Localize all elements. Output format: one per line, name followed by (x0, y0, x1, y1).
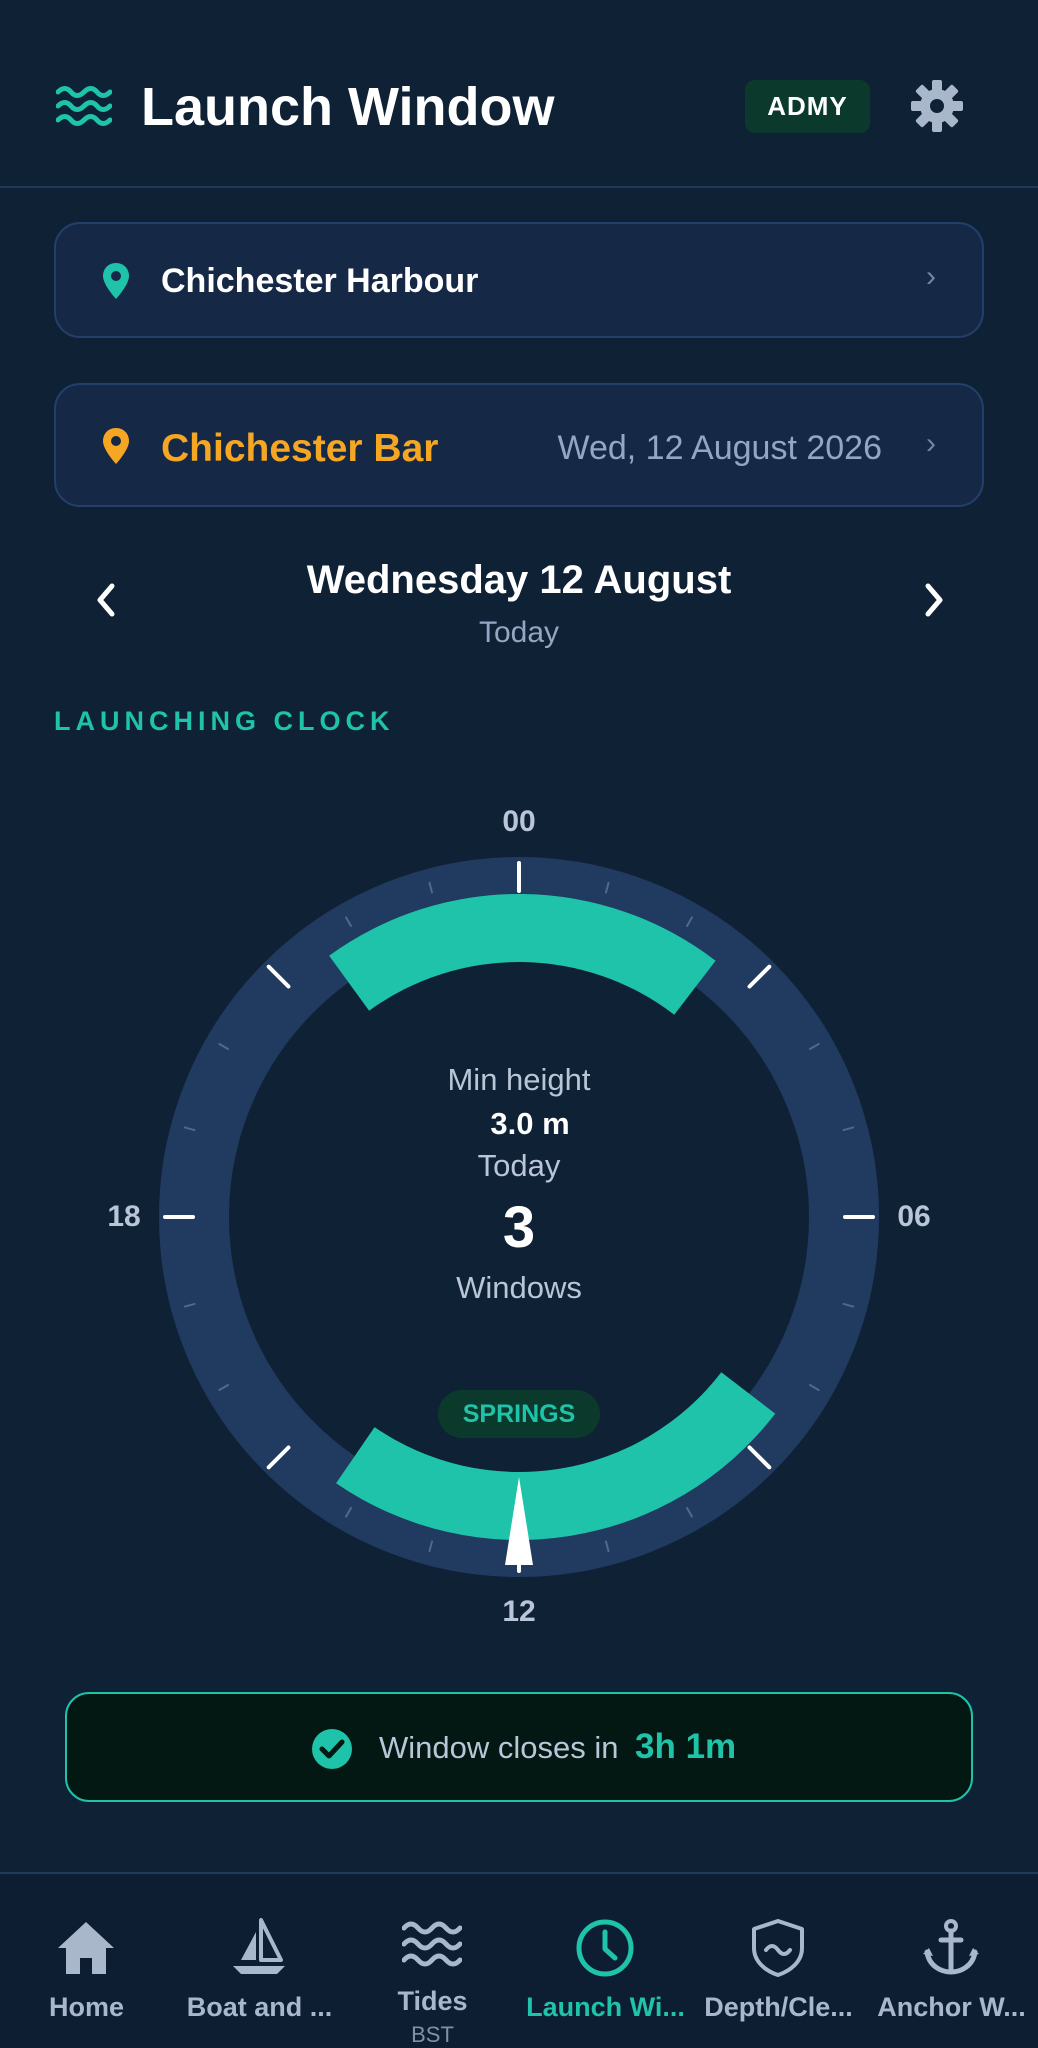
location-name: Chichester Harbour (161, 262, 479, 300)
gear-icon[interactable] (909, 78, 965, 134)
station-date: Wed, 12 August 2026 (557, 429, 882, 467)
station-selector[interactable]: Chichester Bar Wed, 12 August 2026 › (54, 383, 984, 507)
station-name: Chichester Bar (161, 427, 439, 470)
anchor-icon (923, 1919, 979, 1975)
nav-boat-label: Boat and ... (186, 1992, 333, 2022)
nav-launch-window-label: Launch Wi... (526, 1992, 685, 2022)
chevron-right-icon: › (926, 260, 936, 293)
nav-tides-sub: BST (411, 2022, 454, 2047)
nav-home[interactable]: Home (0, 1874, 173, 2048)
window-status-banner: Window closes in 3h 1m (65, 1692, 973, 1802)
bottom-nav: Home Boat and ... Tides BST Launch Wi...… (0, 1872, 1038, 2048)
selected-day-sub: Today (478, 616, 560, 649)
page-title: Launch Window (141, 77, 555, 137)
min-height-value: 3.0 m (490, 1106, 570, 1141)
sailboat-icon (233, 1918, 285, 1974)
map-pin-icon (103, 263, 129, 299)
check-circle-icon (312, 1729, 352, 1769)
nav-anchor-label: Anchor W... (877, 1992, 1026, 2022)
hour-label-00: 00 (502, 805, 536, 838)
waves-icon (402, 1921, 462, 1967)
min-height-label: Min height (447, 1062, 591, 1097)
chevron-right-icon: › (926, 427, 936, 460)
hour-label-12: 12 (502, 1595, 536, 1628)
nav-launch-window[interactable]: Launch Wi... (519, 1874, 692, 2048)
clock-icon (576, 1919, 634, 1977)
nav-tides[interactable]: Tides BST (346, 1874, 519, 2048)
section-title: LAUNCHING CLOCK (54, 706, 395, 736)
waves-logo-icon (56, 86, 112, 126)
next-day-button[interactable] (916, 578, 952, 622)
location-selector[interactable]: Chichester Harbour › (54, 222, 984, 338)
windows-label: Windows (456, 1270, 582, 1305)
nav-anchor[interactable]: Anchor W... (865, 1874, 1038, 2048)
tide-type-badge: SPRINGS (438, 1390, 600, 1438)
nav-depth-label: Depth/Cle... (704, 1992, 853, 2022)
app-header: Launch Window ADMY (0, 0, 1038, 188)
shield-wave-icon (752, 1919, 804, 1977)
today-label: Today (477, 1148, 561, 1183)
nav-home-label: Home (48, 1992, 124, 2022)
launching-clock: 00 06 12 18 Min height 3.0 m Today 3 Win… (0, 780, 1038, 1660)
window-status-time: 3h 1m (635, 1727, 737, 1766)
nav-boat[interactable]: Boat and ... (173, 1874, 346, 2048)
window-count: 3 (502, 1195, 536, 1260)
nav-tides-label: Tides (397, 1986, 468, 2016)
window-status-text: Window closes in (379, 1730, 619, 1765)
selected-day: Wednesday 12 August (306, 558, 732, 602)
admy-badge[interactable]: ADMY (745, 80, 870, 133)
home-icon (58, 1922, 114, 1974)
map-pin-icon (103, 428, 129, 464)
nav-depth[interactable]: Depth/Cle... (692, 1874, 865, 2048)
date-navigator: Wednesday 12 August Today (0, 550, 1038, 660)
